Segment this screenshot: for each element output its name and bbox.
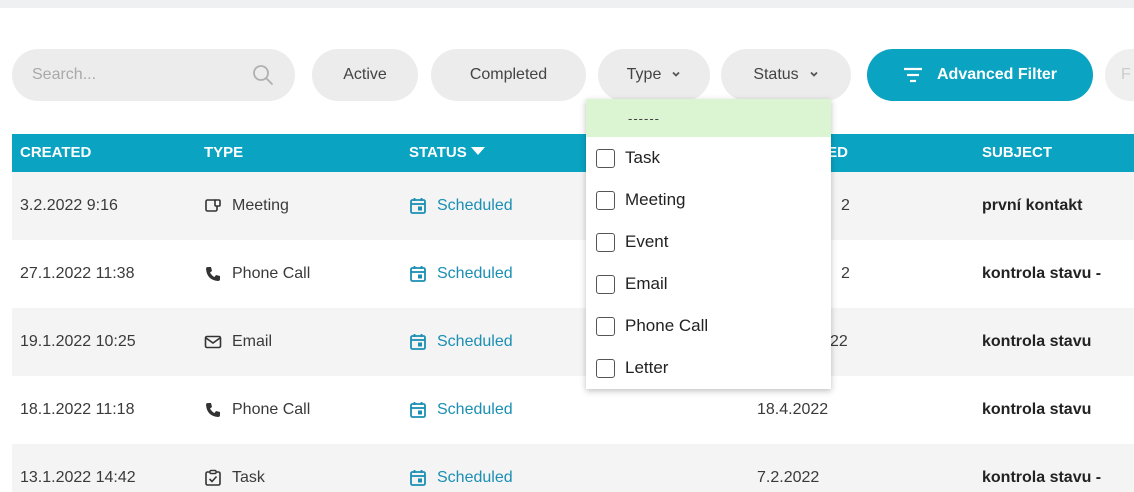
dropdown-option[interactable]: Email bbox=[586, 263, 831, 305]
dropdown-option[interactable]: Task bbox=[586, 137, 831, 179]
calendar-icon bbox=[409, 469, 427, 487]
active-filter-label: Active bbox=[343, 66, 387, 83]
cell-type: Phone Call bbox=[204, 376, 310, 444]
cell-scheduled: 2 bbox=[841, 197, 850, 214]
cell-status-label: Scheduled bbox=[437, 469, 513, 486]
dropdown-option[interactable]: Phone Call bbox=[586, 305, 831, 347]
dropdown-option[interactable]: Letter bbox=[586, 347, 831, 389]
cell-status[interactable]: Scheduled bbox=[409, 444, 513, 492]
filter-icon bbox=[903, 67, 922, 83]
checkbox[interactable] bbox=[596, 274, 615, 294]
cell-type-label: Email bbox=[232, 333, 273, 350]
dropdown-option[interactable]: Meeting bbox=[586, 179, 831, 221]
meeting-icon bbox=[204, 197, 222, 215]
dropdown-option-label: Email bbox=[625, 274, 668, 293]
cell-type: Phone Call bbox=[204, 240, 310, 308]
calendar-icon bbox=[409, 333, 427, 351]
search-input[interactable]: Search... bbox=[12, 49, 295, 101]
cell-type: Meeting bbox=[204, 172, 289, 240]
checkbox[interactable] bbox=[596, 358, 615, 378]
task-icon bbox=[204, 469, 222, 487]
dropdown-option-label: Meeting bbox=[625, 190, 686, 209]
cell-created: 27.1.2022 11:38 bbox=[20, 265, 135, 282]
column-header-status-label: STATUS bbox=[409, 144, 467, 161]
checkbox[interactable] bbox=[596, 190, 615, 210]
active-filter-button[interactable]: Active bbox=[312, 49, 418, 101]
column-header-type[interactable]: TYPE bbox=[204, 134, 243, 172]
status-filter-dropdown[interactable]: Status bbox=[721, 49, 851, 101]
search-icon[interactable] bbox=[251, 63, 275, 87]
search-placeholder: Search... bbox=[32, 66, 97, 83]
completed-filter-button[interactable]: Completed bbox=[431, 49, 586, 101]
cell-status-label: Scheduled bbox=[437, 197, 513, 214]
cell-subject: první kontakt bbox=[982, 197, 1083, 214]
dropdown-option[interactable]: Event bbox=[586, 221, 831, 263]
cell-type-label: Phone Call bbox=[232, 401, 311, 418]
checkbox[interactable] bbox=[596, 232, 615, 252]
cell-type: Email bbox=[204, 308, 272, 376]
cell-subject: kontrola stavu - bbox=[982, 265, 1102, 282]
completed-filter-label: Completed bbox=[469, 66, 548, 83]
chevron-down-icon bbox=[672, 71, 680, 77]
table-row[interactable]: 27.1.2022 11:38 Phone Call Scheduled 2 kontr… bbox=[12, 240, 1134, 308]
cell-subject: kontrola stavu bbox=[982, 401, 1092, 418]
cell-scheduled: 7.2.2022 bbox=[757, 469, 820, 486]
cell-scheduled: 22 bbox=[830, 333, 848, 350]
advanced-filter-label: Advanced Filter bbox=[936, 66, 1058, 83]
status-filter-label: Status bbox=[753, 66, 799, 83]
phone-icon bbox=[204, 265, 222, 283]
email-icon bbox=[204, 333, 222, 351]
cell-status-label: Scheduled bbox=[437, 333, 513, 350]
cell-status[interactable]: Scheduled bbox=[409, 172, 513, 240]
dropdown-option-label: Event bbox=[625, 232, 669, 251]
type-filter-dropdown[interactable]: Type bbox=[598, 49, 710, 101]
cell-type: Task bbox=[204, 444, 265, 492]
cell-created: 3.2.2022 9:16 bbox=[20, 197, 118, 214]
column-header-subject[interactable]: SUBJECT bbox=[982, 134, 1052, 172]
checkbox[interactable] bbox=[596, 148, 615, 168]
cell-created: 18.1.2022 11:18 bbox=[20, 401, 135, 418]
top-divider bbox=[0, 0, 1134, 8]
advanced-filter-button[interactable]: Advanced Filter bbox=[867, 49, 1093, 101]
table-row[interactable]: 3.2.2022 9:16 Meeting Scheduled 2 první kont… bbox=[12, 172, 1134, 240]
dropdown-option-label: Phone Call bbox=[625, 316, 709, 335]
calendar-icon bbox=[409, 401, 427, 419]
type-filter-label: Type bbox=[626, 66, 662, 83]
table-row[interactable]: 19.1.2022 10:25 Email Scheduled 22 kontrola … bbox=[12, 308, 1134, 376]
cell-type-label: Phone Call bbox=[232, 265, 311, 282]
table-header: CREATED TYPE STATUS LED SUBJECT bbox=[12, 134, 1134, 172]
chevron-down-icon bbox=[810, 71, 818, 77]
cell-scheduled: 2 bbox=[841, 265, 850, 282]
cell-status-label: Scheduled bbox=[437, 401, 513, 418]
phone-icon bbox=[204, 401, 222, 419]
cell-subject: kontrola stavu - bbox=[982, 469, 1102, 486]
checkbox[interactable] bbox=[596, 316, 615, 336]
cell-type-label: Task bbox=[232, 469, 265, 486]
sort-desc-icon bbox=[470, 147, 485, 155]
type-dropdown-menu: ------ Task Meeting Event Email Phone Call Le… bbox=[586, 99, 831, 389]
cell-created: 19.1.2022 10:25 bbox=[20, 333, 136, 350]
dropdown-option-label: Task bbox=[625, 148, 660, 167]
column-header-created[interactable]: CREATED bbox=[20, 134, 91, 172]
cell-type-label: Meeting bbox=[232, 197, 289, 214]
dropdown-option-label: Letter bbox=[625, 358, 669, 377]
cell-subject: kontrola stavu bbox=[982, 333, 1092, 350]
more-filter-button[interactable]: F bbox=[1105, 49, 1134, 101]
cell-status[interactable]: Scheduled bbox=[409, 308, 513, 376]
dropdown-option-empty[interactable]: ------ bbox=[586, 99, 831, 137]
cell-status-label: Scheduled bbox=[437, 265, 513, 282]
calendar-icon bbox=[409, 265, 427, 283]
table-row[interactable]: 13.1.2022 14:42 Task Scheduled 7.2.2022 kont… bbox=[12, 444, 1134, 492]
more-filter-label: F bbox=[1121, 66, 1131, 83]
column-header-status[interactable]: STATUS bbox=[409, 134, 485, 172]
cell-status[interactable]: Scheduled bbox=[409, 376, 513, 444]
cell-status[interactable]: Scheduled bbox=[409, 240, 513, 308]
table-row[interactable]: 18.1.2022 11:18 Phone Call Scheduled 18.4.2… bbox=[12, 376, 1134, 444]
calendar-icon bbox=[409, 197, 427, 215]
cell-created: 13.1.2022 14:42 bbox=[20, 469, 136, 486]
